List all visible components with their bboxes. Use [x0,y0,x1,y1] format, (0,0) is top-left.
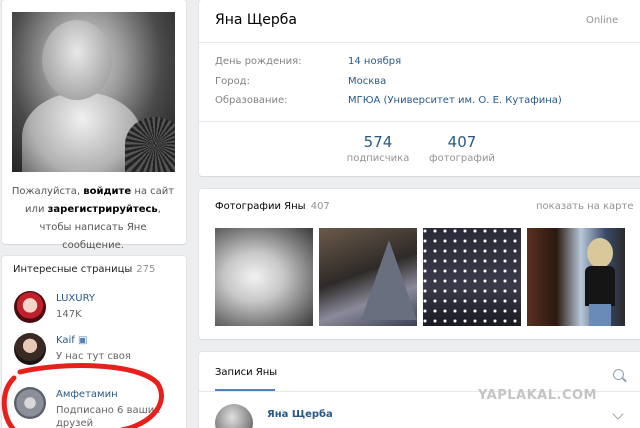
login-prompt: Пожалуйста, войдите на сайт или зарегист… [10,183,176,255]
photo-thumbnail[interactable] [215,228,313,326]
wall-tab[interactable]: Записи Яны [215,367,277,378]
counter-followers[interactable]: 574 подписчика [338,133,418,164]
login-prompt-text: Пожалуйста, [11,186,84,197]
interesting-pages-count: 275 [136,264,156,275]
register-link[interactable]: зарегистрируйтесь [48,204,158,215]
post-author-name[interactable]: Яна Щерба [267,409,333,420]
page-subtitle: Подписано 6 ваших друзей [56,405,161,428]
profile-name: Яна Щерба [215,12,297,28]
info-value-education[interactable]: МГЮА (Университет им. О. Е. Кутафина) [348,95,562,106]
counter-label: подписчика [346,153,410,164]
login-link[interactable]: войдите [83,186,131,197]
page-subtitle: 147K [56,309,82,320]
photos-title-label: Фотографии Яны [215,201,306,212]
info-value-birthday[interactable]: 14 ноября [348,56,401,67]
page-item[interactable]: Kaif ▣ У нас тут своя [14,333,184,367]
photo-thumbnail[interactable] [423,228,521,326]
info-value-city[interactable]: Москва [348,76,386,87]
verified-icon: ▣ [78,335,88,346]
counter-value: 407 [447,133,477,151]
counter-label: фотографий [429,153,495,164]
page-item[interactable]: LUXURY 147K [14,291,184,325]
page-name[interactable]: LUXURY [56,293,95,304]
info-label-education: Образование: [215,95,288,106]
online-status: Online [586,15,619,26]
divider [199,42,640,43]
page-avatar [14,387,46,419]
page-item[interactable]: Амфетамин Подписано 6 ваших друзей [14,387,184,428]
photo-thumbnail[interactable] [527,228,625,326]
page-subtitle: У нас тут своя [56,351,131,362]
page-name[interactable]: Амфетамин [56,389,118,400]
search-icon[interactable] [613,369,624,380]
info-label-city: Город: [215,76,250,87]
interesting-pages-header[interactable]: Интересные страницы 275 [13,264,155,275]
profile-avatar[interactable] [12,12,175,172]
watermark: YAPLAKAL.COM [478,388,597,403]
interesting-pages-title: Интересные страницы [13,264,133,275]
photo-thumbnail[interactable] [319,228,417,326]
counter-photos[interactable]: 407 фотографий [422,133,502,164]
counter-value: 574 [363,133,393,151]
photos-title[interactable]: Фотографии Яны 407 [215,201,330,212]
show-on-map-link[interactable]: показать на карте [536,201,634,212]
page-name[interactable]: Kaif ▣ [56,335,87,346]
page-avatar [14,291,46,323]
info-label-birthday: День рождения: [215,56,302,67]
photos-count: 407 [310,201,330,212]
divider [199,121,640,122]
page-avatar [14,333,46,365]
